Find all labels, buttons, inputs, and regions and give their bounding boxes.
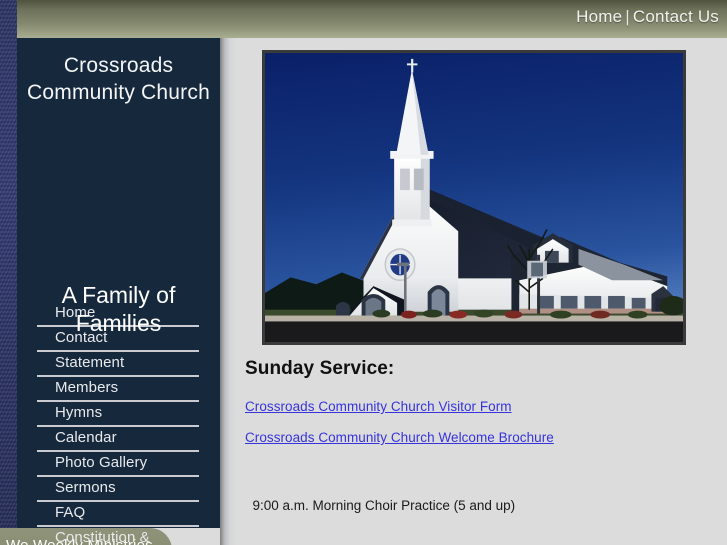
sidebar-item-home[interactable]: Home [37,302,199,327]
top-banner: Home | Contact Us [17,0,727,38]
sidebar-item-statement[interactable]: Statement [37,352,199,377]
church-photo-illustration [265,53,683,342]
sidebar-item-sermons[interactable]: Sermons [37,477,199,502]
sidebar-navigation: Home Contact Statement Members Hymns Cal… [37,302,199,545]
sidebar-item-members[interactable]: Members [37,377,199,402]
sunday-service-schedule: 9:00 a.m. Morning Choir Practice (5 and … [245,462,516,545]
sidebar-item-faq[interactable]: FAQ [37,502,199,527]
church-building-photo [262,50,686,345]
sidebar-item-photo-gallery[interactable]: Photo Gallery [37,452,199,477]
sidebar-item-contact[interactable]: Contact [37,327,199,352]
sidebar-item-hymns[interactable]: Hymns [37,402,199,427]
top-nav-contact-us-link[interactable]: Contact Us [633,7,719,26]
sidebar-item-calendar[interactable]: Calendar [37,427,199,452]
site-title-line-1: Crossroads [63,54,174,77]
visitor-form-link[interactable]: Crossroads Community Church Visitor Form [245,399,512,414]
site-title-line-2: Community Church [27,81,210,104]
schedule-line-choir-practice: 9:00 a.m. Morning Choir Practice (5 and … [245,498,516,513]
top-navigation: Home | Contact Us [576,7,719,27]
top-nav-home-link[interactable]: Home [576,7,622,26]
welcome-brochure-link[interactable]: Crossroads Community Church Welcome Broc… [245,430,554,445]
page-section-heading: Sunday Service: [245,358,395,379]
top-nav-separator: | [625,7,630,26]
sidebar: Crossroads Community Church A Family of … [17,38,220,545]
left-decorative-rail [0,0,17,545]
sidebar-content-divider [220,38,236,545]
sidebar-item-constitution-bylaws[interactable]: Constitution & Bylaws [37,527,199,545]
page-root: Home | Contact Us Crossroads Community Chu… [0,0,727,545]
site-title: Crossroads Community Church [17,52,220,106]
main-content: Sunday Service: Crossroads Community Chu… [236,38,727,545]
